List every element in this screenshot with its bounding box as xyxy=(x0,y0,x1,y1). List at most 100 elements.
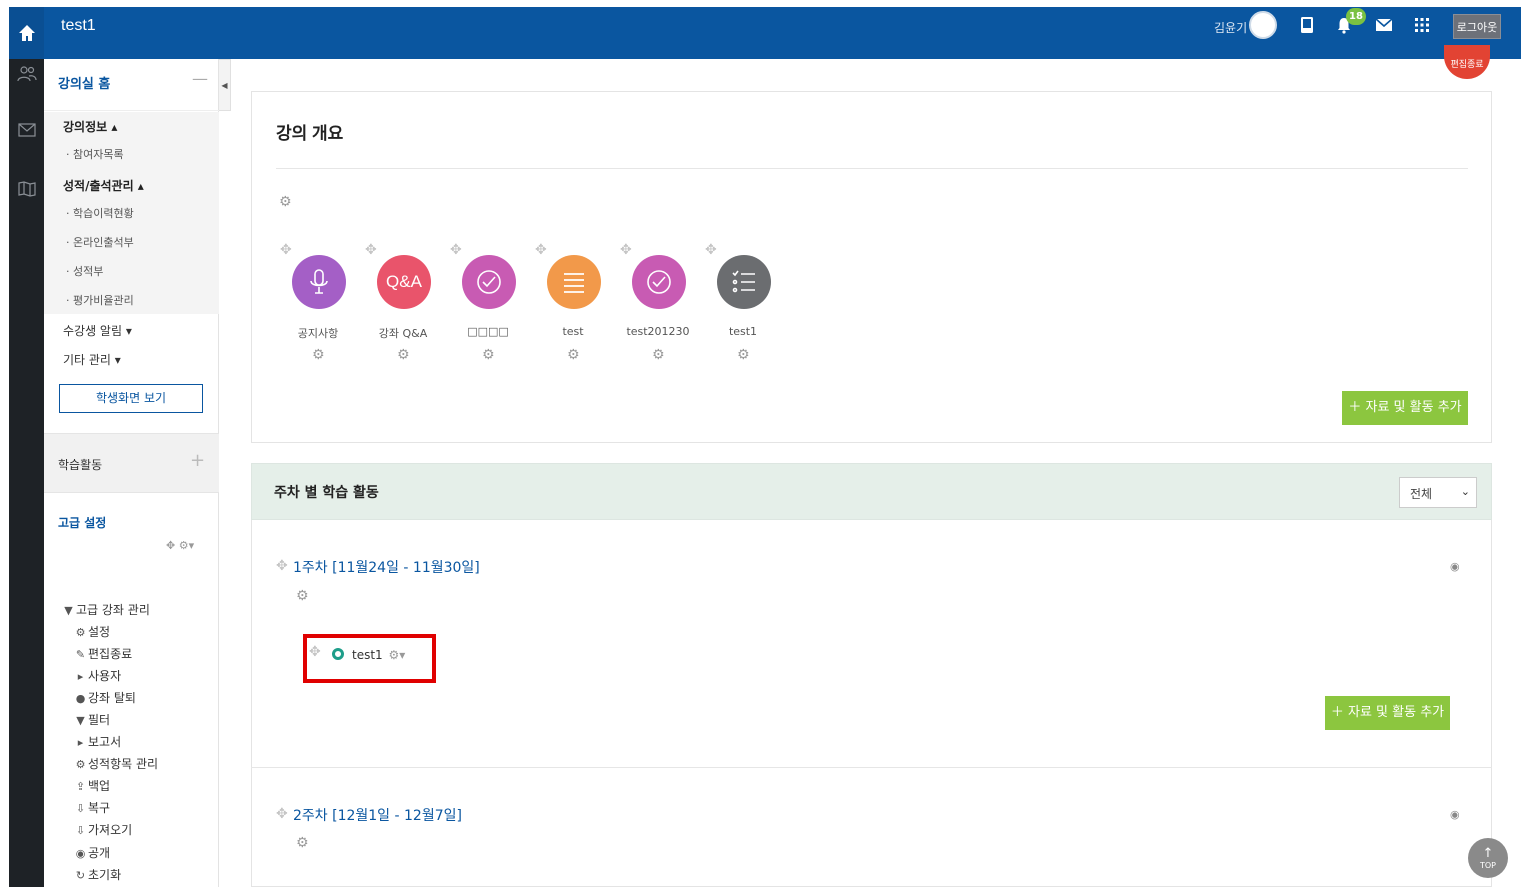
module-label[interactable]: test201230 xyxy=(618,325,698,338)
learning-history-link[interactable]: · 학습이력현황 xyxy=(66,205,134,221)
scroll-top-button[interactable]: ↑ TOP xyxy=(1468,838,1508,878)
module-test1[interactable] xyxy=(717,255,771,309)
upload-icon: ⇪ xyxy=(75,780,86,793)
add-icon[interactable]: + xyxy=(190,450,205,471)
module-label[interactable]: test1 xyxy=(703,325,783,338)
activities-block: 학습활동 + xyxy=(44,433,219,493)
tree-item-grade-items[interactable]: ⚙ 성적항목 관리 xyxy=(73,755,159,772)
eye-icon[interactable]: ◉ xyxy=(1450,808,1460,821)
logout-button[interactable]: 로그아웃 xyxy=(1453,14,1501,39)
grade-ratio-link[interactable]: · 평가비율관리 xyxy=(66,292,134,308)
other-manage-toggle[interactable]: 기타 관리 ▾ xyxy=(63,351,121,368)
module-label[interactable]: test xyxy=(533,325,613,338)
module-test[interactable] xyxy=(547,255,601,309)
week1-link[interactable]: 1주차 [11월24일 - 11월30일] xyxy=(293,557,480,577)
tree-item-restore[interactable]: ⇩ 복구 xyxy=(73,799,110,816)
gear-icon[interactable]: ⚙ xyxy=(482,348,495,362)
move-icon[interactable]: ✥ xyxy=(450,243,462,257)
site-title[interactable]: test1 xyxy=(61,17,96,35)
module-qna[interactable]: Q&A xyxy=(377,255,431,309)
users-icon xyxy=(16,66,37,82)
course-home-link[interactable]: 강의실 홈 xyxy=(58,73,110,92)
gear-icon[interactable]: ⚙▾ xyxy=(179,539,194,552)
tree-item-unenrol[interactable]: ● 강좌 탈퇴 xyxy=(73,689,136,706)
add-activity-button[interactable]: ＋ 자료 및 활동 추가 xyxy=(1342,391,1468,425)
module-label[interactable]: 강좌 Q&A xyxy=(363,325,443,341)
tree-item-import[interactable]: ⇩ 가져오기 xyxy=(73,821,132,838)
collapse-icon[interactable]: — xyxy=(192,69,208,88)
home-icon xyxy=(18,25,35,41)
advanced-course-manage-node[interactable]: ▼ 고급 강좌 관리 xyxy=(61,601,150,618)
move-icon[interactable]: ✥ xyxy=(166,539,175,552)
module-label[interactable]: □□□□ xyxy=(448,325,528,338)
move-icon[interactable]: ✥ xyxy=(280,243,292,257)
tree-item-publish[interactable]: ◉ 공개 xyxy=(73,844,110,861)
tree-item-reports[interactable]: ▸ 보고서 xyxy=(73,733,121,750)
gear-icon[interactable]: ⚙ xyxy=(296,589,309,603)
avatar[interactable] xyxy=(1249,11,1277,39)
online-attendance-link[interactable]: · 온라인출석부 xyxy=(66,234,134,250)
tree-item-reset[interactable]: ↻ 초기화 xyxy=(73,866,121,883)
activity-type-icon xyxy=(332,648,344,660)
tree-item-backup[interactable]: ⇪ 백업 xyxy=(73,777,110,794)
apps-button[interactable] xyxy=(1412,15,1432,35)
add-activity-button-week1[interactable]: ＋ 자료 및 활동 추가 xyxy=(1325,696,1450,730)
module-notice[interactable] xyxy=(292,255,346,309)
eye-icon[interactable]: ◉ xyxy=(1450,560,1460,573)
plus-icon: ＋ xyxy=(1348,400,1366,415)
gear-icon[interactable]: ⚙ xyxy=(312,348,325,362)
move-icon[interactable]: ✥ xyxy=(620,243,632,257)
globe-icon: ◉ xyxy=(75,847,86,860)
user-name[interactable]: 김윤기 xyxy=(1214,19,1247,36)
student-alert-toggle[interactable]: 수강생 알림 ▾ xyxy=(63,322,132,339)
microphone-icon xyxy=(310,269,328,294)
move-icon[interactable]: ✥ xyxy=(276,559,288,573)
tree-item-filters[interactable]: ▼ 필터 xyxy=(73,711,110,728)
gear-icon[interactable]: ⚙ xyxy=(397,348,410,362)
qna-icon: Q&A xyxy=(386,272,422,291)
move-icon[interactable]: ✥ xyxy=(705,243,717,257)
week-filter-select[interactable]: 전체 ⌄ xyxy=(1399,477,1477,508)
module-assignment[interactable] xyxy=(462,255,516,309)
participants-rail-button[interactable] xyxy=(9,59,44,89)
map-rail-button[interactable] xyxy=(9,174,44,204)
gear-icon[interactable]: ⚙ xyxy=(567,348,580,362)
left-icon-rail xyxy=(9,59,44,887)
caret-right-icon: ▸ xyxy=(77,670,84,683)
message-button[interactable] xyxy=(1374,15,1394,35)
tree-item-users[interactable]: ▸ 사용자 xyxy=(73,667,121,684)
participants-link[interactable]: · 참여자목록 xyxy=(66,146,124,162)
course-info-toggle[interactable]: 강의정보 ▴ xyxy=(63,118,117,135)
edit-mode-button[interactable]: 편집종료 xyxy=(1444,45,1490,79)
gear-icon[interactable]: ⚙ xyxy=(279,195,292,209)
gradebook-link[interactable]: · 성적부 xyxy=(66,263,103,279)
activities-label[interactable]: 학습활동 xyxy=(58,456,102,473)
home-button[interactable] xyxy=(9,7,44,59)
week2-link[interactable]: 2주차 [12월1일 - 12월7일] xyxy=(293,805,462,825)
sidebar-collapse-tab[interactable]: ◀ xyxy=(219,59,231,111)
course-overview-card xyxy=(251,91,1492,443)
tree-item-settings[interactable]: ⚙ 설정 xyxy=(73,623,111,640)
gear-icon: ⚙ xyxy=(75,758,86,771)
tablet-icon xyxy=(1301,17,1313,33)
tree-item-edit-off[interactable]: ✎ 편집종료 xyxy=(73,645,132,662)
download-icon: ⇩ xyxy=(75,824,86,837)
move-icon[interactable]: ✥ xyxy=(276,807,288,821)
module-label[interactable]: 공지사항 xyxy=(278,325,358,341)
student-view-button[interactable]: 학생화면 보기 xyxy=(59,384,203,413)
move-icon[interactable]: ✥ xyxy=(365,243,377,257)
grade-attendance-toggle[interactable]: 성적/출석관리 ▴ xyxy=(63,177,144,194)
week1-activity[interactable]: test1 ⚙▾ xyxy=(332,648,405,662)
tablet-button[interactable] xyxy=(1297,15,1317,35)
gear-icon[interactable]: ⚙ xyxy=(652,348,665,362)
pencil-icon: ✎ xyxy=(75,648,86,661)
message-rail-button[interactable] xyxy=(9,115,44,145)
advanced-settings-title: 고급 설정 xyxy=(58,516,107,530)
move-icon[interactable]: ✥ xyxy=(535,243,547,257)
module-test201230[interactable] xyxy=(632,255,686,309)
gear-icon[interactable]: ⚙▾ xyxy=(389,648,406,662)
gear-icon[interactable]: ⚙ xyxy=(737,348,750,362)
block-actions[interactable]: ✥ ⚙▾ xyxy=(166,539,194,552)
gear-icon[interactable]: ⚙ xyxy=(296,836,309,850)
move-icon[interactable]: ✥ xyxy=(309,645,321,659)
